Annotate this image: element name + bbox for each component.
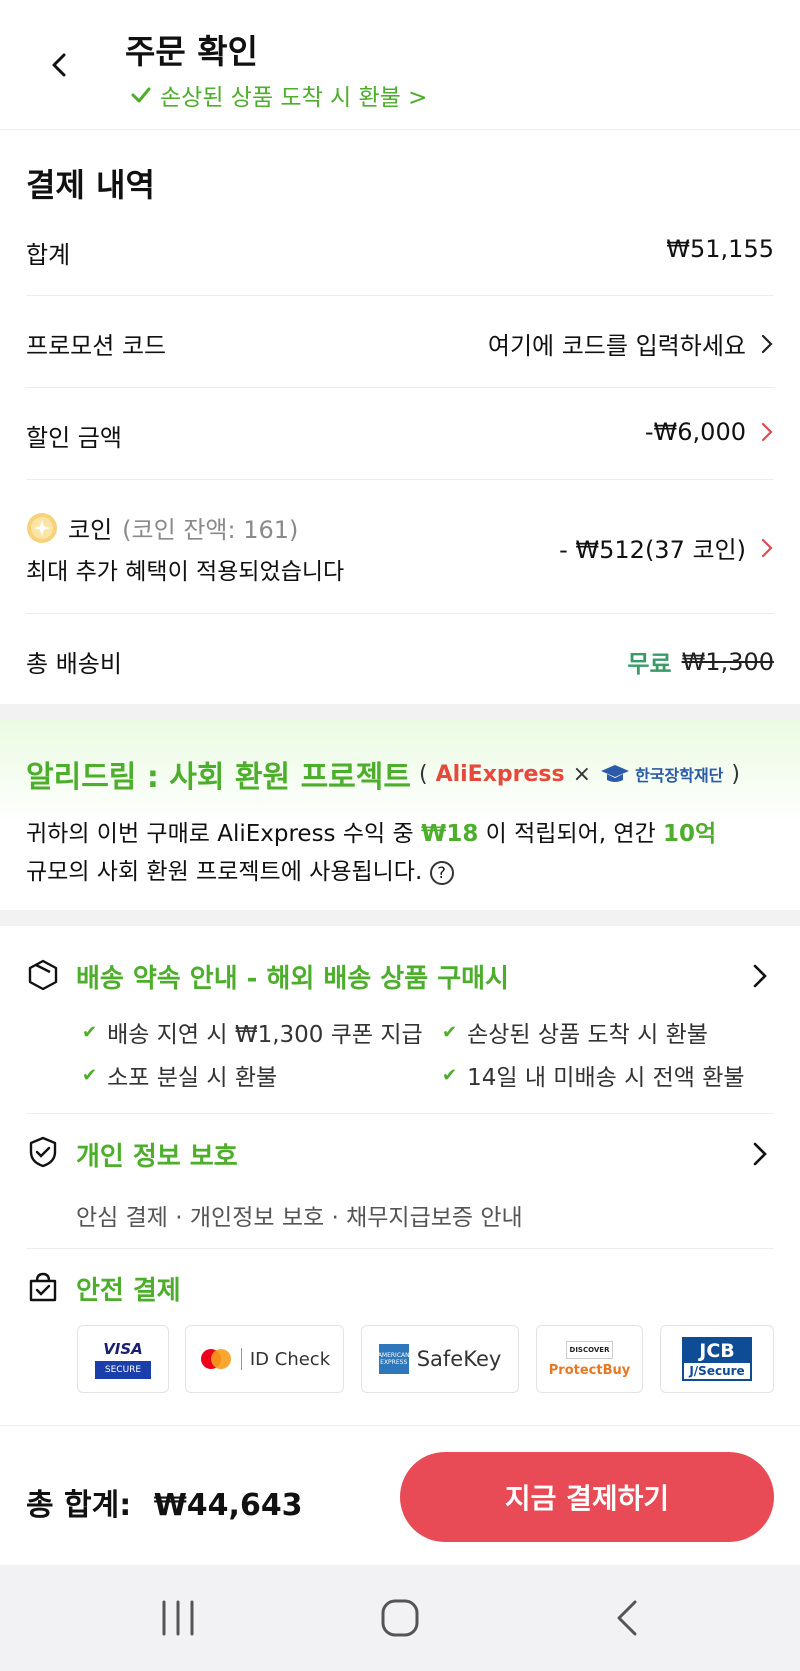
total-label: 총 합계: bbox=[26, 1488, 132, 1523]
amex-icon: AMERICAN EXPRESS bbox=[378, 1344, 410, 1374]
partner-logos: ( AliExpress × 한국장학재단 ) bbox=[418, 761, 740, 787]
system-nav-bar bbox=[0, 1565, 800, 1671]
refund-guarantee-link[interactable]: 손상된 상품 도착 시 환불 > bbox=[130, 78, 427, 112]
divider bbox=[26, 1248, 774, 1249]
amex-safekey-badge: AMERICAN EXPRESS SafeKey bbox=[361, 1325, 519, 1393]
shopping-bag-check-icon bbox=[29, 1272, 57, 1302]
refund-guarantee-text: 손상된 상품 도착 시 환불 > bbox=[160, 85, 428, 111]
delivery-promise-item: ✔ 배송 지연 시 ₩1,300 쿠폰 지급 bbox=[82, 1021, 423, 1049]
secure-payment-title: 안전 결제 bbox=[76, 1276, 181, 1306]
coin-value[interactable]: - ₩512(37 코인) bbox=[559, 530, 774, 565]
divider bbox=[26, 1113, 774, 1114]
recent-apps-icon[interactable] bbox=[158, 1598, 198, 1638]
chevron-right-icon bbox=[761, 422, 773, 442]
chevron-right-icon[interactable] bbox=[750, 1140, 770, 1168]
coin-balance: (코인 잔액: 161) bbox=[122, 516, 299, 544]
coin-row[interactable]: 코인 (코인 잔액: 161) 최대 추가 혜택이 적용되었습니다 - ₩512… bbox=[26, 480, 774, 614]
coin-label: 코인 bbox=[68, 516, 113, 544]
coin-icon bbox=[27, 512, 57, 543]
home-icon[interactable] bbox=[380, 1598, 420, 1638]
payment-details-title: 결제 내역 bbox=[26, 166, 155, 204]
section-divider bbox=[0, 910, 800, 926]
delivery-promise-title[interactable]: 배송 약속 안내 - 해외 배송 상품 구매시 bbox=[76, 958, 509, 995]
jcb-secure-badge: JCB J/Secure bbox=[660, 1325, 774, 1393]
shipping-label: 총 배송비 bbox=[26, 650, 122, 678]
package-icon bbox=[28, 959, 58, 991]
subtotal-row: 합계 ₩51,155 bbox=[26, 210, 774, 296]
promo-code-input[interactable]: 여기에 코드를 입력하세요 bbox=[488, 326, 774, 361]
check-icon: ✔ bbox=[82, 1021, 98, 1043]
graduation-cap-icon bbox=[601, 765, 630, 782]
social-project-title: 알리드림 : 사회 환원 프로젝트 bbox=[26, 760, 411, 795]
mastercard-id-check-badge: ID Check bbox=[185, 1325, 344, 1393]
back-nav-icon[interactable] bbox=[607, 1598, 647, 1638]
check-icon bbox=[131, 87, 151, 103]
promo-code-label: 프로모션 코드 bbox=[26, 332, 167, 360]
total-amount: 총 합계: ₩44,643 bbox=[26, 1480, 303, 1524]
promo-code-row[interactable]: 프로모션 코드 여기에 코드를 입력하세요 bbox=[26, 296, 774, 388]
discount-row[interactable]: 할인 금액 -₩6,000 bbox=[26, 388, 774, 480]
aliexpress-logo: AliExpress bbox=[435, 761, 565, 787]
chevron-right-icon bbox=[761, 538, 773, 557]
chevron-right-icon[interactable] bbox=[750, 962, 770, 990]
coin-label-group: 코인 (코인 잔액: 161) bbox=[26, 510, 298, 545]
delivery-promise-item: ✔ 손상된 상품 도착 시 환불 bbox=[442, 1021, 708, 1049]
shipping-original: ₩1,300 bbox=[681, 647, 774, 676]
privacy-subtitle: 안심 결제 · 개인정보 보호 · 채무지급보증 안내 bbox=[76, 1205, 523, 1231]
annual-amount: 10억 bbox=[663, 821, 717, 847]
header: 주문 확인 손상된 상품 도착 시 환불 > bbox=[0, 0, 800, 130]
coin-notice: 최대 추가 혜택이 적용되었습니다 bbox=[26, 559, 345, 585]
shipping-free: 무료 bbox=[627, 650, 672, 678]
total-value: ₩44,643 bbox=[153, 1488, 303, 1523]
check-icon: ✔ bbox=[442, 1064, 458, 1086]
donation-amount: ₩18 bbox=[420, 821, 479, 847]
check-icon: ✔ bbox=[82, 1064, 98, 1086]
delivery-promise-item: ✔ 소포 분실 시 환불 bbox=[82, 1064, 278, 1092]
subtotal-label: 합계 bbox=[26, 241, 71, 269]
chevron-right-icon bbox=[761, 334, 773, 353]
visa-secure-badge: VISA SECURE bbox=[77, 1325, 169, 1393]
subtotal-value: ₩51,155 bbox=[666, 235, 774, 263]
pay-now-button[interactable]: 지금 결제하기 bbox=[400, 1452, 774, 1542]
check-icon: ✔ bbox=[442, 1021, 458, 1043]
delivery-promise-item: ✔ 14일 내 미배송 시 전액 환불 bbox=[442, 1064, 745, 1092]
kosaf-logo: 한국장학재단 bbox=[599, 762, 723, 786]
shipping-value: 무료 ₩1,300 bbox=[627, 644, 774, 679]
discount-value[interactable]: -₩6,000 bbox=[645, 418, 774, 446]
privacy-title[interactable]: 개인 정보 보호 bbox=[76, 1136, 238, 1173]
mastercard-icon bbox=[200, 1349, 231, 1369]
section-divider bbox=[0, 704, 800, 720]
discount-label: 할인 금액 bbox=[26, 424, 122, 452]
social-project-title-row: 알리드림 : 사회 환원 프로젝트 ( AliExpress × 한국장학재단 … bbox=[26, 752, 740, 796]
social-project-description: 귀하의 이번 구매로 AliExpress 수익 중 ₩18 이 적립되어, 연… bbox=[26, 821, 717, 885]
shipping-row: 총 배송비 무료 ₩1,300 bbox=[26, 614, 774, 704]
discover-protectbuy-badge: DISCOVER ProtectBuy bbox=[536, 1325, 643, 1393]
help-icon[interactable]: ? bbox=[429, 860, 454, 885]
back-arrow-icon[interactable] bbox=[40, 45, 80, 85]
page-title: 주문 확인 bbox=[125, 32, 258, 71]
shield-check-icon bbox=[29, 1136, 57, 1168]
